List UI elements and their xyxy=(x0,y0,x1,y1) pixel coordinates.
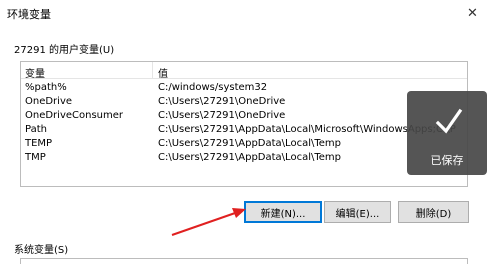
table-row[interactable]: TEMP C:\Users\27291\AppData\Local\Temp xyxy=(21,137,467,152)
new-button[interactable]: 新建(N)... xyxy=(244,201,322,223)
title-bar: 环境变量 ✕ xyxy=(0,0,487,30)
variable-name: TMP xyxy=(25,152,46,163)
check-icon xyxy=(435,108,463,134)
variable-name: OneDrive xyxy=(25,96,73,107)
column-header-value[interactable]: 值 xyxy=(158,65,168,80)
user-variables-label: 27291 的用户变量(U) xyxy=(14,45,115,56)
delete-button[interactable]: 删除(D) xyxy=(398,201,469,223)
variable-name: %path% xyxy=(25,82,67,93)
variable-value: C:\Users\27291\AppData\Local\Temp xyxy=(158,152,341,163)
variable-value: C:\Users\27291\OneDrive xyxy=(158,96,286,107)
variable-value: C:\Users\27291\OneDrive xyxy=(158,110,286,121)
edit-button[interactable]: 编辑(E)... xyxy=(324,201,391,223)
table-row[interactable]: Path C:\Users\27291\AppData\Local\Micros… xyxy=(21,123,467,138)
table-row[interactable]: %path% C:/windows/system32 xyxy=(21,81,467,96)
saved-toast: 已保存 xyxy=(407,91,487,175)
system-variables-label: 系统变量(S) xyxy=(14,245,69,256)
variable-value: C:/windows/system32 xyxy=(158,82,268,93)
close-icon[interactable]: ✕ xyxy=(458,0,487,26)
table-row[interactable]: TMP C:\Users\27291\AppData\Local\Temp xyxy=(21,151,467,166)
variable-value: C:\Users\27291\AppData\Local\Temp xyxy=(158,138,341,149)
list-header: 变量 值 xyxy=(21,62,467,80)
variable-name: Path xyxy=(25,124,47,135)
column-divider[interactable] xyxy=(152,62,153,79)
window-title: 环境变量 xyxy=(7,8,51,21)
table-row[interactable]: OneDriveConsumer C:\Users\27291\OneDrive xyxy=(21,109,467,124)
user-variables-list[interactable]: 变量 值 %path% C:/windows/system32 OneDrive… xyxy=(20,61,468,187)
table-row[interactable]: OneDrive C:\Users\27291\OneDrive xyxy=(21,95,467,110)
column-header-variable[interactable]: 变量 xyxy=(25,65,45,80)
variable-name: TEMP xyxy=(25,138,53,149)
variable-name: OneDriveConsumer xyxy=(25,110,124,121)
system-variables-list[interactable] xyxy=(20,258,468,264)
toast-text: 已保存 xyxy=(430,154,464,167)
